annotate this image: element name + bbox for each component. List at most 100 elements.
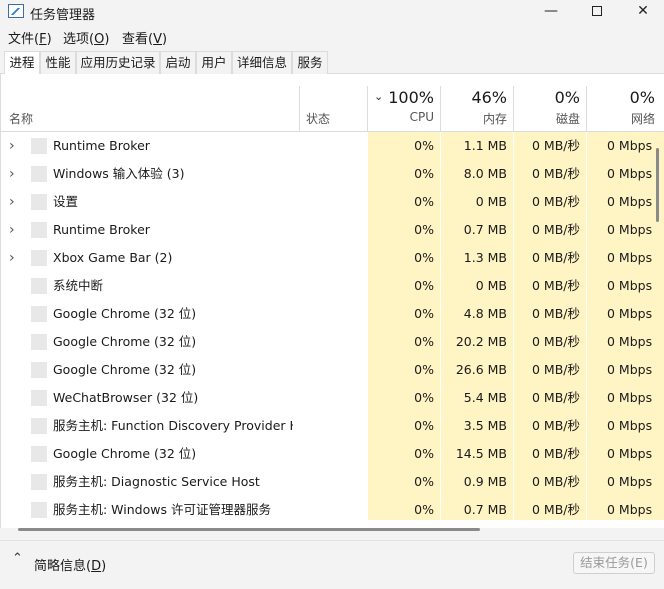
table-row[interactable]: 服务主机: Diagnostic Service Host 0% 0.9 MB 0 M… (1, 468, 664, 496)
chevron-up-icon[interactable]: ⌃ (12, 551, 23, 566)
menu-options[interactable]: 选项(O) (63, 28, 109, 47)
chevron-right-icon[interactable]: › (9, 244, 21, 272)
tab-performance[interactable]: 性能 (40, 51, 76, 74)
process-icon (31, 390, 47, 406)
column-memory[interactable]: 46% 内存 (441, 86, 513, 132)
process-name: Windows 输入体验 (3) (53, 166, 185, 181)
process-disk: 0 MB/秒 (514, 356, 586, 384)
table-row[interactable]: › Runtime Broker 0% 1.1 MB 0 MB/秒 0 Mbps (1, 132, 664, 160)
minimize-button[interactable]: — (528, 0, 574, 24)
process-disk: 0 MB/秒 (514, 216, 586, 244)
process-cpu: 0% (368, 496, 440, 520)
window-title: 任务管理器 (30, 8, 96, 23)
table-row[interactable]: Google Chrome (32 位) 0% 14.5 MB 0 MB/秒 0 Mbp… (1, 440, 664, 468)
chevron-right-icon[interactable]: › (9, 216, 21, 244)
process-cpu: 0% (368, 384, 440, 412)
column-separator[interactable] (299, 86, 300, 132)
footer-bar: ⌃ 简略信息(D) 结束任务(E) (0, 540, 664, 589)
vertical-scrollbar[interactable] (656, 148, 659, 222)
chevron-down-icon: ⌄ (374, 90, 384, 103)
cpu-label: CPU (409, 110, 434, 124)
process-memory: 4.8 MB (441, 300, 513, 328)
table-row[interactable]: 服务主机: Windows 许可证管理器服务 0% 0.7 MB 0 MB/秒 0 Mb… (1, 496, 664, 520)
process-disk: 0 MB/秒 (514, 300, 586, 328)
menu-bar: 文件(F) 选项(O) 查看(V) (0, 25, 664, 47)
process-icon (31, 362, 47, 378)
table-row[interactable]: WeChatBrowser (32 位) 0% 5.4 MB 0 MB/秒 0 Mbps (1, 384, 664, 412)
process-network: 0 Mbps (587, 132, 664, 160)
table-row[interactable]: Google Chrome (32 位) 0% 26.6 MB 0 MB/秒 0 Mbp… (1, 356, 664, 384)
column-cpu[interactable]: ⌄ 100% CPU (368, 86, 440, 132)
chevron-right-icon[interactable]: › (9, 132, 21, 160)
disk-total: 0% (554, 88, 580, 107)
process-disk: 0 MB/秒 (514, 160, 586, 188)
fewer-details-link[interactable]: 简略信息(D) (34, 555, 106, 574)
process-icon (31, 306, 47, 322)
column-name[interactable]: 名称 (9, 110, 33, 127)
process-memory: 14.5 MB (441, 440, 513, 468)
process-memory: 0.7 MB (441, 496, 513, 520)
table-row[interactable]: 系统中断 0% 0 MB 0 MB/秒 0 Mbps (1, 272, 664, 300)
process-memory: 0 MB (441, 272, 513, 300)
process-disk: 0 MB/秒 (514, 188, 586, 216)
column-status[interactable]: 状态 (306, 110, 330, 127)
menu-view[interactable]: 查看(V) (122, 28, 167, 47)
chevron-right-icon[interactable]: › (9, 160, 21, 188)
process-disk: 0 MB/秒 (514, 384, 586, 412)
process-memory: 20.2 MB (441, 328, 513, 356)
process-memory: 1.3 MB (441, 244, 513, 272)
process-name: Runtime Broker (53, 222, 150, 237)
fewer-details-key: D (91, 559, 102, 574)
process-icon (31, 278, 47, 294)
process-network: 0 Mbps (587, 468, 664, 496)
process-icon (31, 334, 47, 350)
process-network: 0 Mbps (587, 216, 664, 244)
table-row[interactable]: › Runtime Broker 0% 0.7 MB 0 MB/秒 0 Mbps (1, 216, 664, 244)
table-row[interactable]: › 设置 0% 0 MB 0 MB/秒 0 Mbps (1, 188, 664, 216)
process-rows[interactable]: › Runtime Broker 0% 1.1 MB 0 MB/秒 0 Mbps › Wind… (1, 132, 664, 520)
process-memory: 5.4 MB (441, 384, 513, 412)
table-row[interactable]: Google Chrome (32 位) 0% 20.2 MB 0 MB/秒 0 Mbp… (1, 328, 664, 356)
process-memory: 8.0 MB (441, 160, 513, 188)
column-disk[interactable]: 0% 磁盘 (514, 86, 586, 132)
process-name: WeChatBrowser (32 位) (53, 390, 199, 405)
horizontal-scrollbar[interactable] (18, 528, 480, 531)
process-network: 0 Mbps (587, 188, 664, 216)
end-task-button[interactable]: 结束任务(E) (573, 552, 655, 574)
network-total: 0% (629, 88, 655, 107)
menu-file[interactable]: 文件(F) (8, 28, 52, 47)
process-memory: 0.7 MB (441, 216, 513, 244)
process-icon (31, 138, 47, 154)
close-button[interactable]: ✕ (620, 0, 664, 24)
column-network[interactable]: 0% 网络 (587, 86, 664, 132)
process-disk: 0 MB/秒 (514, 328, 586, 356)
process-name: 服务主机: Function Discovery Provider H... (53, 418, 293, 433)
process-memory: 0 MB (441, 188, 513, 216)
process-disk: 0 MB/秒 (514, 468, 586, 496)
chevron-right-icon[interactable]: › (9, 188, 21, 216)
tab-services[interactable]: 服务 (292, 51, 328, 74)
table-row[interactable]: Google Chrome (32 位) 0% 4.8 MB 0 MB/秒 0 Mbps (1, 300, 664, 328)
process-cpu: 0% (368, 300, 440, 328)
tab-details[interactable]: 详细信息 (232, 51, 292, 74)
menu-options-key: O (94, 32, 105, 47)
tab-startup[interactable]: 启动 (160, 51, 196, 74)
process-icon (31, 250, 47, 266)
tab-users[interactable]: 用户 (196, 51, 232, 74)
process-disk: 0 MB/秒 (514, 244, 586, 272)
table-row[interactable]: › Windows 输入体验 (3) 0% 8.0 MB 0 MB/秒 0 Mbps (1, 160, 664, 188)
cpu-total: 100% (388, 88, 434, 107)
maximize-button[interactable] (574, 0, 620, 24)
tab-processes[interactable]: 进程 (4, 51, 40, 75)
table-row[interactable]: 服务主机: Function Discovery Provider H... 0%… (1, 412, 664, 440)
network-label: 网络 (630, 112, 655, 126)
title-bar[interactable]: 任务管理器 — ✕ (0, 0, 664, 24)
process-name: 设置 (53, 194, 79, 209)
tab-app-history[interactable]: 应用历史记录 (76, 51, 160, 74)
process-network: 0 Mbps (587, 412, 664, 440)
table-row[interactable]: › Xbox Game Bar (2) 0% 1.3 MB 0 MB/秒 0 Mbps (1, 244, 664, 272)
